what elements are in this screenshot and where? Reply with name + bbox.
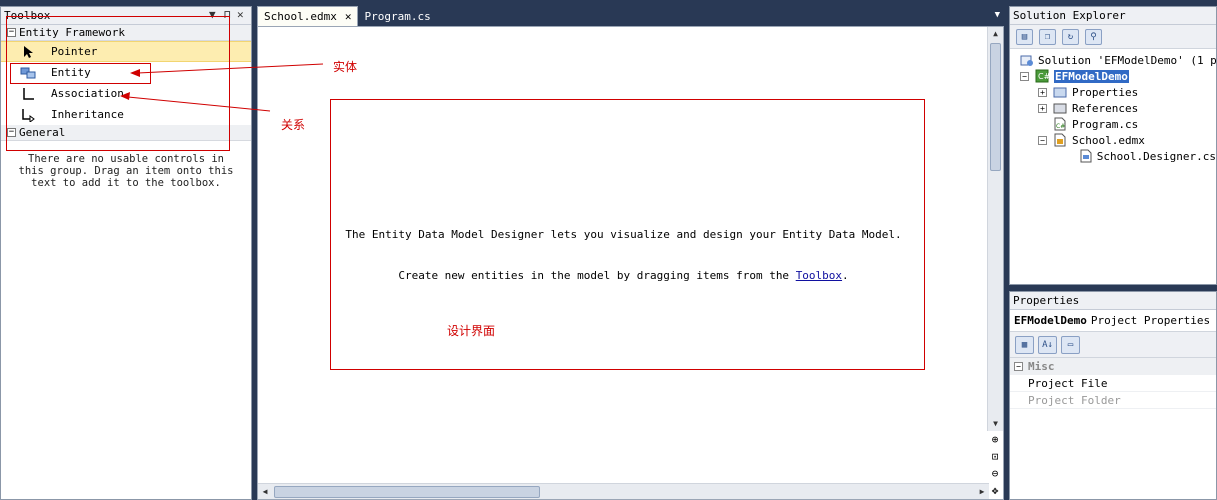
arrow-head-entity [130, 69, 140, 77]
arrow-line-entity [137, 63, 324, 74]
annotation-design-surface-label: 设计界面 [447, 324, 496, 338]
annotation-arrows [120, 63, 324, 112]
arrow-line-relation [127, 96, 271, 112]
arrow-head-relation [120, 92, 130, 100]
annotation-entity-label: 实体 [333, 60, 358, 74]
annotation-relation-label: 关系 [281, 118, 306, 132]
